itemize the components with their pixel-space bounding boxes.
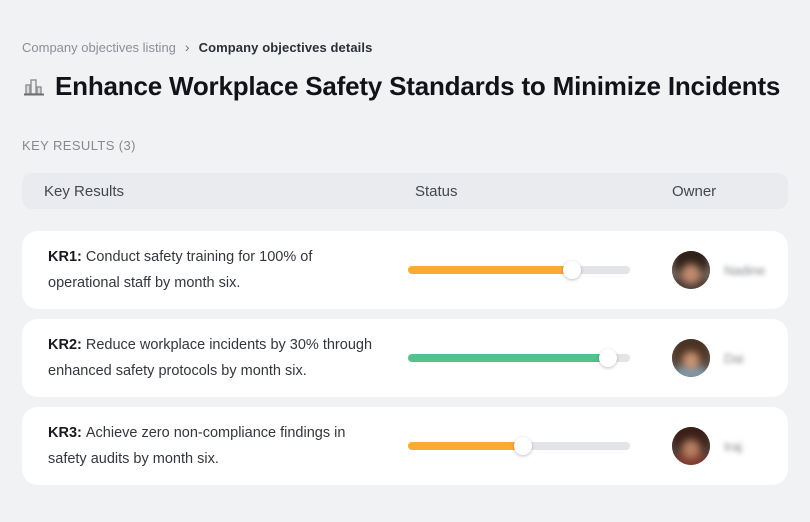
column-header-key-results: Key Results [44, 182, 125, 200]
breadcrumb-details-current: Company objectives details [198, 40, 373, 55]
status-cell [408, 349, 672, 367]
owner-cell: Nadine [672, 251, 788, 289]
progress-fill [408, 354, 608, 362]
avatar [672, 339, 710, 377]
objective-details-page: Company objectives listing › Company obj… [0, 0, 810, 522]
table-header-row: Key Results Status Owner [22, 173, 788, 209]
table-row[interactable]: KR2: Reduce workplace incidents by 30% t… [22, 319, 788, 397]
kr-description: KR2: Reduce workplace incidents by 30% t… [22, 332, 382, 384]
progress-slider-handle[interactable] [598, 349, 617, 367]
kr-number-label: KR3: [48, 425, 86, 441]
chevron-right-icon: › [184, 38, 190, 55]
owner-name: Iraj [724, 438, 743, 454]
avatar [672, 427, 710, 465]
owner-name: Dai [724, 350, 744, 366]
kr-text: Achieve zero non-compliance findings in … [48, 425, 346, 467]
kr-text: Reduce workplace incidents by 30% throug… [48, 337, 373, 379]
progress-slider-handle[interactable] [563, 261, 582, 279]
owner-cell: Dai [672, 339, 788, 377]
progress-slider[interactable] [408, 349, 630, 367]
progress-slider-handle[interactable] [514, 437, 533, 455]
breadcrumb-listing-link[interactable]: Company objectives listing [22, 40, 176, 55]
table-row[interactable]: KR1: Conduct safety training for 100% of… [22, 231, 788, 309]
buildings-icon [22, 75, 46, 99]
breadcrumb: Company objectives listing › Company obj… [22, 38, 788, 56]
status-cell [408, 437, 672, 455]
kr-description: KR1: Conduct safety training for 100% of… [22, 244, 382, 296]
table-row[interactable]: KR3: Achieve zero non-compliance finding… [22, 407, 788, 485]
column-header-status: Status [415, 182, 458, 200]
kr-number-label: KR2: [48, 337, 86, 353]
objective-title-row: Enhance Workplace Safety Standards to Mi… [22, 71, 788, 102]
key-results-section-label: KEY RESULTS (3) [22, 138, 136, 153]
column-header-owner: Owner [672, 182, 717, 200]
progress-slider[interactable] [408, 261, 630, 279]
avatar [672, 251, 710, 289]
kr-number-label: KR1: [48, 249, 86, 265]
status-cell [408, 261, 672, 279]
owner-name: Nadine [724, 262, 766, 278]
page-title: Enhance Workplace Safety Standards to Mi… [55, 71, 781, 101]
kr-description: KR3: Achieve zero non-compliance finding… [22, 420, 382, 472]
kr-text: Conduct safety training for 100% of oper… [48, 249, 313, 291]
progress-fill [408, 266, 573, 274]
owner-cell: Iraj [672, 427, 788, 465]
key-results-list: KR1: Conduct safety training for 100% of… [22, 231, 788, 485]
progress-fill [408, 442, 524, 450]
progress-slider[interactable] [408, 437, 630, 455]
